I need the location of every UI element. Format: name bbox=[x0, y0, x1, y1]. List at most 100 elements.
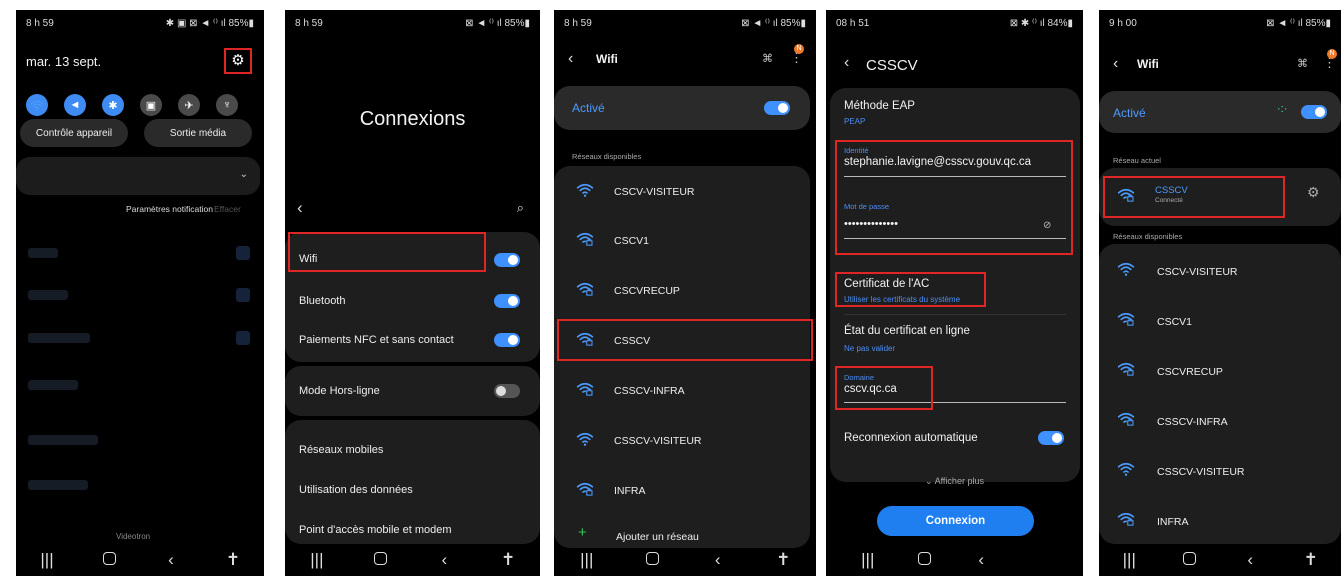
network-item[interactable]: CSSCV-VISITEUR bbox=[614, 435, 702, 447]
nfc-toggle[interactable] bbox=[494, 333, 520, 347]
back-icon[interactable]: ‹ bbox=[966, 550, 996, 570]
clear-link[interactable]: Effacer bbox=[214, 204, 241, 214]
add-network-item[interactable]: Ajouter un réseau bbox=[616, 531, 699, 543]
highlight-settings bbox=[224, 48, 252, 74]
home-icon[interactable] bbox=[366, 550, 396, 570]
section-label: Réseaux disponibles bbox=[1113, 232, 1183, 241]
bluetooth-toggle[interactable] bbox=[494, 294, 520, 308]
current-network-label: Réseau actuel bbox=[1113, 156, 1161, 165]
recents-icon[interactable]: ||| bbox=[32, 550, 62, 570]
quick-panel-screen: 8 h 59 ✱ ▣ ⊠ ◄ ⁽⁾ ıl 85%▮ mar. 13 sept. … bbox=[16, 10, 264, 576]
wifi-direct-icon[interactable]: ⌘ bbox=[1297, 57, 1308, 70]
accessibility-icon[interactable]: ✝ bbox=[768, 550, 798, 570]
nav-bar: ||| ‹ ✝ bbox=[1099, 544, 1341, 576]
network-item[interactable]: CSCV1 bbox=[1157, 316, 1192, 328]
highlight-ca-cert bbox=[835, 272, 986, 307]
back-icon[interactable]: ‹ bbox=[844, 54, 849, 72]
notification-settings-link[interactable]: Paramètres notification bbox=[126, 204, 213, 214]
data-usage-item[interactable]: Utilisation des données bbox=[299, 484, 526, 496]
divider bbox=[844, 314, 1066, 315]
airplane-mode-item[interactable]: Mode Hors-ligne bbox=[299, 385, 526, 397]
wifi-toggle[interactable] bbox=[1301, 105, 1327, 119]
blurred-notification bbox=[28, 290, 68, 300]
wifi-direct-icon[interactable]: ⌘ bbox=[762, 52, 773, 65]
auto-reconnect-toggle[interactable] bbox=[1038, 431, 1064, 445]
wifi-active-label: Activé bbox=[572, 101, 605, 115]
bluetooth-tile-icon[interactable]: ✱ bbox=[102, 94, 124, 116]
new-badge: N bbox=[794, 44, 804, 54]
airplane-tile-icon[interactable]: ✈ bbox=[178, 94, 200, 116]
wifi-active-card: Activé bbox=[554, 86, 810, 130]
network-item[interactable]: CSSCV-VISITEUR bbox=[1157, 466, 1245, 478]
network-item[interactable]: INFRA bbox=[614, 485, 646, 497]
network-item[interactable]: INFRA bbox=[1157, 516, 1189, 528]
status-bar: 8 h 59 ⊠ ◄ ⁽⁾ ıl 85%▮ bbox=[295, 18, 530, 29]
recents-icon[interactable]: ||| bbox=[1114, 550, 1144, 570]
search-icon[interactable]: ⌕ bbox=[517, 200, 524, 216]
accessibility-icon[interactable]: ✝ bbox=[1296, 550, 1326, 570]
network-item[interactable]: CSCV-VISITEUR bbox=[614, 186, 695, 198]
media-output-button[interactable]: Sortie média bbox=[144, 119, 252, 147]
back-icon[interactable]: ‹ bbox=[1235, 550, 1265, 570]
sound-tile-icon[interactable]: ◄ bbox=[64, 94, 86, 116]
network-item[interactable]: CSCV1 bbox=[614, 235, 649, 247]
back-icon[interactable]: ‹ bbox=[156, 550, 186, 570]
wifi-lock-icon bbox=[576, 282, 594, 296]
wifi-lock-icon bbox=[1117, 312, 1135, 326]
nav-bar: ||| ‹ ✝ bbox=[16, 544, 264, 576]
recents-icon[interactable]: ||| bbox=[853, 550, 883, 570]
status-time: 08 h 51 bbox=[836, 18, 870, 29]
back-icon[interactable]: ‹ bbox=[429, 550, 459, 570]
back-icon[interactable]: ‹ bbox=[297, 198, 303, 218]
home-icon[interactable] bbox=[1175, 550, 1205, 570]
flashlight-tile-icon[interactable]: ♆ bbox=[216, 94, 238, 116]
back-icon[interactable]: ‹ bbox=[1113, 55, 1118, 73]
highlight-connected bbox=[1103, 176, 1285, 218]
add-icon[interactable]: + bbox=[578, 524, 587, 541]
orientation-tile-icon[interactable]: ▣ bbox=[140, 94, 162, 116]
status-icons: ⊠ ◄ ⁽⁾ ıl 85%▮ bbox=[1266, 18, 1331, 29]
wifi-toggle[interactable] bbox=[764, 101, 790, 115]
connect-button[interactable]: Connexion bbox=[877, 506, 1034, 536]
network-item[interactable]: CSSCV-INFRA bbox=[614, 385, 685, 397]
auto-reconnect-label: Reconnexion automatique bbox=[844, 432, 978, 444]
media-player-card[interactable]: ⌄ bbox=[16, 157, 260, 195]
nfc-item[interactable]: Paiements NFC et sans contact bbox=[299, 334, 526, 346]
accessibility-icon[interactable]: ✝ bbox=[493, 550, 523, 570]
networks-card: CSCV-VISITEUR CSCV1 CSCVRECUP CSSCV-INFR… bbox=[1099, 244, 1341, 544]
page-title: CSSCV bbox=[866, 57, 918, 74]
network-item[interactable]: CSCVRECUP bbox=[1157, 366, 1223, 378]
highlight-credentials bbox=[835, 140, 1073, 255]
accessibility-icon[interactable]: ✝ bbox=[218, 550, 248, 570]
eap-method-label: Méthode EAP bbox=[844, 100, 915, 112]
wifi-active-card: Activé ·:· bbox=[1099, 91, 1341, 133]
online-cert-value[interactable]: Ne pas valider bbox=[844, 344, 895, 353]
eap-method-value[interactable]: PEAP bbox=[844, 117, 865, 126]
chevron-down-icon[interactable]: ⌄ bbox=[240, 169, 248, 180]
network-item[interactable]: CSCV-VISITEUR bbox=[1157, 266, 1238, 278]
back-icon[interactable]: ‹ bbox=[703, 550, 733, 570]
airplane-toggle[interactable] bbox=[494, 384, 520, 398]
highlight-domain bbox=[835, 366, 933, 410]
hotspot-item[interactable]: Point d'accès mobile et modem bbox=[299, 524, 526, 536]
status-bar: 08 h 51 ⊠ ✱ ⁽⁾ ıl 84%▮ bbox=[836, 18, 1073, 29]
network-settings-icon[interactable]: ⚙ bbox=[1307, 184, 1320, 201]
recents-icon[interactable]: ||| bbox=[302, 550, 332, 570]
wifi-toggle[interactable] bbox=[494, 253, 520, 267]
network-item[interactable]: CSCVRECUP bbox=[614, 285, 680, 297]
network-item[interactable]: CSSCV-INFRA bbox=[1157, 416, 1228, 428]
back-icon[interactable]: ‹ bbox=[568, 50, 573, 68]
status-icons: ⊠ ◄ ⁽⁾ ıl 85%▮ bbox=[741, 18, 806, 29]
home-icon[interactable] bbox=[637, 550, 667, 570]
status-time: 8 h 59 bbox=[295, 18, 323, 29]
home-icon[interactable] bbox=[910, 550, 940, 570]
mobile-networks-item[interactable]: Réseaux mobiles bbox=[299, 444, 526, 456]
home-icon[interactable] bbox=[94, 550, 124, 570]
recents-icon[interactable]: ||| bbox=[572, 550, 602, 570]
show-more-link[interactable]: ⌄ Afficher plus bbox=[826, 476, 1083, 487]
wifi-tile-icon[interactable] bbox=[26, 94, 48, 116]
nav-bar: ||| ‹ bbox=[826, 544, 1023, 576]
chevron-down-icon: ⌄ bbox=[925, 476, 935, 486]
device-control-button[interactable]: Contrôle appareil bbox=[20, 119, 128, 147]
bluetooth-item[interactable]: Bluetooth bbox=[299, 295, 526, 307]
